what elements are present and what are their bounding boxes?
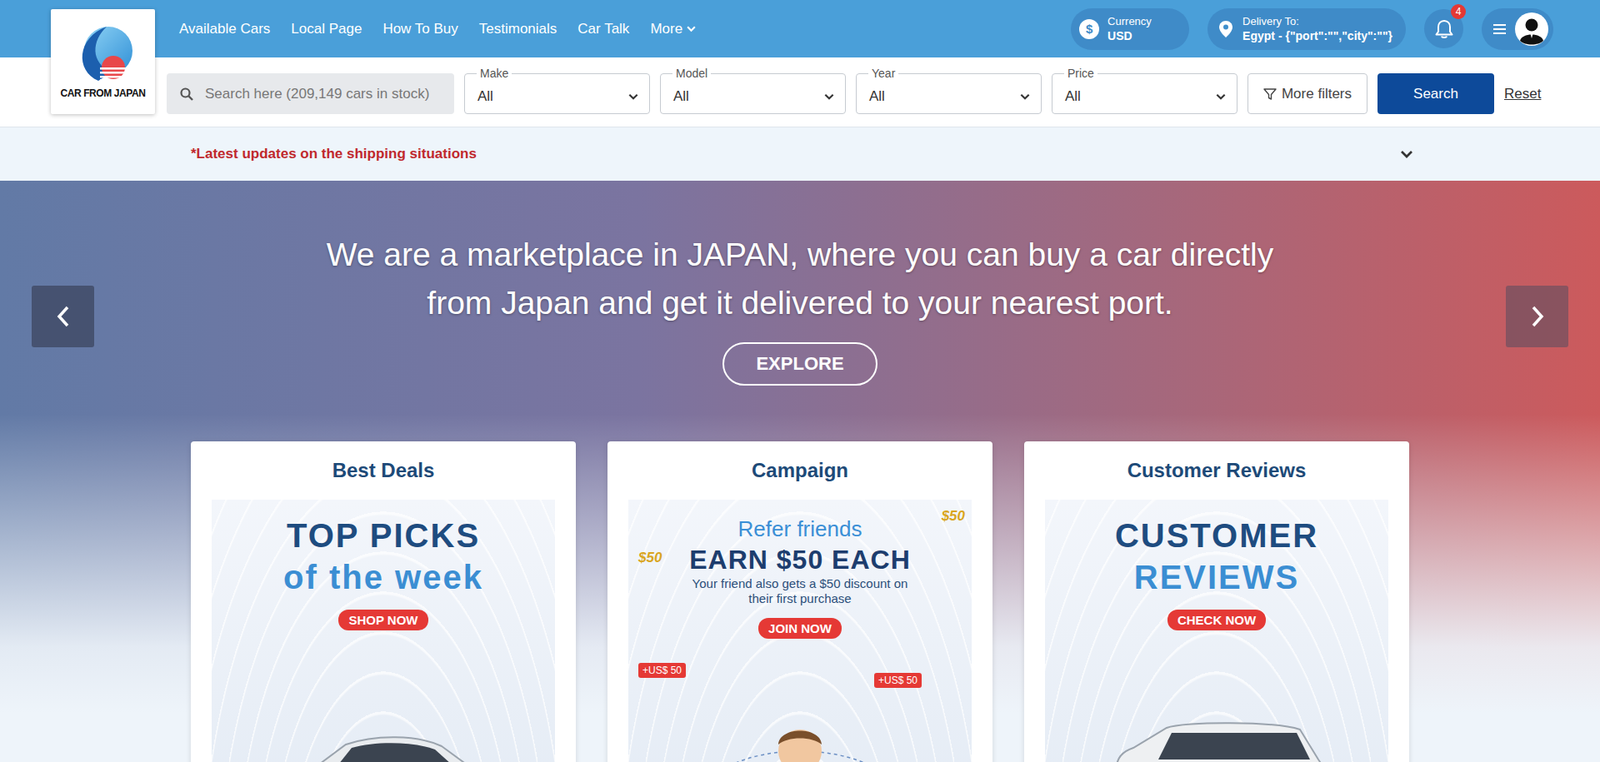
delivery-label: Delivery To: [1242,15,1393,28]
currency-text: CurrencyUSD [1107,15,1152,43]
filter-value: All [477,88,494,105]
avatar-icon [1515,12,1549,46]
bonus-tag: +US$ 50 [638,663,686,679]
banner-note: Your friend also gets a $50 discount on … [691,576,909,607]
chevron-down-icon [685,23,697,35]
banner-button[interactable]: CHECK NOW [1167,610,1266,631]
nav-link[interactable]: Local Page [290,20,362,38]
banner-button[interactable]: SHOP NOW [338,610,428,631]
hero-headline: We are a marketplace in JAPAN, where you… [300,230,1300,328]
banner-headline: CUSTOMER [1115,515,1319,557]
more-filters-label: More filters [1281,85,1352,103]
delivery-selector[interactable]: Delivery To:Egypt - {"port":"","city":""… [1207,8,1406,50]
more-label: More [650,20,683,38]
filter-value: All [1065,88,1081,105]
promo-cards: Best Deals TOP PICKSof the week SHOP NOW Ca… [190,441,1410,762]
filter-label: Price [1064,66,1098,80]
banner-subline: of the week [283,556,484,599]
filter-select[interactable]: MakeAll [464,73,650,115]
chevron-left-icon [55,305,71,328]
chevron-down-icon [1399,146,1415,162]
filter-value: All [673,88,690,105]
search-bar: Search here (209,149 cars in stock)MakeA… [155,57,1600,127]
currency-label: Currency [1107,15,1152,28]
search-button[interactable]: Search [1377,73,1495,115]
logo[interactable]: CAR FROM JAPAN [50,9,155,115]
chevron-down-icon [1019,90,1031,103]
nav-link[interactable]: Testimonials [479,20,558,38]
account-menu[interactable] [1481,8,1554,50]
promo-card[interactable]: Customer Reviews CUSTOMERREVIEWS CHECK NOW [1024,441,1410,762]
coin-label: $50 [638,550,662,567]
location-pin-icon [1219,20,1233,38]
nav-link[interactable]: How To Buy [382,20,458,38]
search-icon [180,87,194,101]
banner-headline: Refer friends [738,515,863,544]
hero-carousel: We are a marketplace in JAPAN, where you… [0,180,1600,762]
banner-button[interactable]: JOIN NOW [758,618,842,640]
dollar-icon: $ [1079,19,1100,40]
main-nav: Available Cars Local Page How To Buy Testim… [179,20,697,38]
filter-select[interactable]: YearAll [855,73,1042,115]
banner-headline: TOP PICKS [286,515,480,557]
header-main: Available Cars Local Page How To Buy Testim… [155,0,1600,127]
more-menu[interactable]: More [650,20,697,38]
currency-value: USD [1107,29,1152,43]
next-slide-button[interactable] [1505,285,1569,348]
promo-banner[interactable]: TOP PICKSof the week SHOP NOW [211,500,555,762]
promo-card[interactable]: Best Deals TOP PICKSof the week SHOP NOW [190,441,576,762]
chevron-down-icon [1215,90,1227,103]
notice-text: *Latest updates on the shipping situatio… [190,145,477,163]
previous-slide-button[interactable] [31,285,95,348]
shipping-notice[interactable]: *Latest updates on the shipping situatio… [0,127,1600,181]
card-title: Campaign [628,441,972,500]
coin-label: $50 [941,508,965,525]
header: CAR FROM JAPAN Available Cars Local Page Ho… [0,0,1600,128]
search-placeholder: Search here (209,149 cars in stock) [205,85,430,103]
notice-row: *Latest updates on the shipping situatio… [190,145,1410,163]
filter-icon [1263,87,1277,101]
filter-select[interactable]: PriceAll [1051,73,1238,115]
more-filters-button[interactable]: More filters [1247,73,1368,115]
currency-selector[interactable]: $ CurrencyUSD [1070,8,1190,50]
nav-link[interactable]: Available Cars [179,20,270,38]
notifications-button[interactable]: 4 [1424,9,1464,49]
notification-badge: 4 [1450,4,1466,20]
filter-label: Model [672,66,711,80]
logo-text: CAR FROM JAPAN [60,87,145,100]
filter-value: All [869,88,885,105]
chevron-down-icon [823,90,835,103]
reset-link[interactable]: Reset [1504,85,1541,103]
card-title: Best Deals [211,441,555,500]
chevron-right-icon [1530,305,1545,328]
logo-icon [70,24,137,83]
referral-people-icon [662,710,938,762]
page: CAR FROM JAPAN Available Cars Local Page Ho… [0,0,1600,762]
bonus-tag: +US$ 50 [874,673,922,689]
top-bar: Available Cars Local Page How To Buy Testim… [155,0,1600,58]
chevron-down-icon [627,90,640,103]
van-icon [1091,710,1342,762]
banner-subline: REVIEWS [1134,556,1300,599]
banner-subline: EARN $50 EACH [689,543,911,577]
promo-card[interactable]: Campaign $50 $50 Refer friendsEARN $50 EACH… [607,441,993,762]
filter-label: Year [868,66,899,80]
explore-button[interactable]: EXPLORE [722,342,878,386]
nav-link[interactable]: Car Talk [577,20,630,38]
sedan-car-icon [258,710,509,762]
delivery-text: Delivery To:Egypt - {"port":"","city":""… [1242,15,1393,43]
bell-icon [1435,19,1454,40]
hamburger-icon [1493,23,1507,35]
top-actions: $ CurrencyUSD Delivery To:Egypt - {"port":… [1070,8,1554,50]
promo-banner[interactable]: CUSTOMERREVIEWS CHECK NOW [1045,500,1389,762]
delivery-value: Egypt - {"port":"","city":""} [1242,29,1393,43]
search-input[interactable]: Search here (209,149 cars in stock) [166,73,455,115]
filter-label: Make [476,66,512,80]
promo-banner[interactable]: $50 $50 Refer friendsEARN $50 EACHYour fri… [628,500,972,762]
filter-select[interactable]: ModelAll [660,73,846,115]
card-title: Customer Reviews [1045,441,1389,500]
